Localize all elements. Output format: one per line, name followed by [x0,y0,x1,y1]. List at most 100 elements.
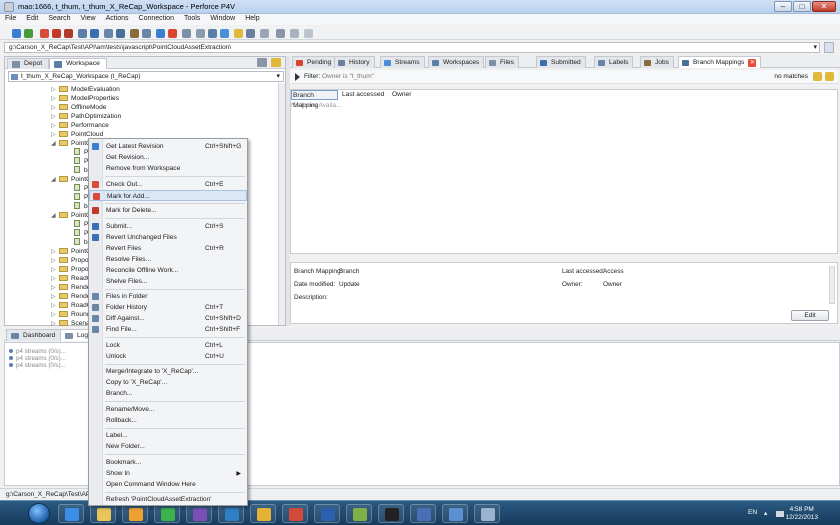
tab-submitted[interactable]: Submitted [536,56,586,68]
tab-files[interactable]: Files [485,56,519,68]
menu-item-merge-integrate-to-x-recap[interactable]: Merge/Integrate to 'X_ReCap'... [89,366,247,377]
menu-item-get-latest-revision[interactable]: Get Latest Revision Ctrl+Shift+G [89,141,247,152]
menu-item-mark-for-delete[interactable]: Mark for Delete... [89,205,247,216]
tab-depot[interactable]: Depot [7,58,50,69]
taskbar-app[interactable] [410,504,436,523]
options-icon[interactable] [304,29,313,38]
menu-tools[interactable]: Tools [179,14,205,22]
column-owner[interactable]: Owner [391,90,441,100]
system-clock[interactable]: 4:58 PM 12/22/2013 [785,506,818,522]
menu-item-branch[interactable]: Branch... [89,388,247,399]
menu-item-mark-for-add[interactable]: Mark for Add... [89,189,247,201]
menu-item-refresh-pointcloudassetextraction[interactable]: Refresh 'PointCloudAssetExtraction' [89,494,247,505]
workspace-selector[interactable]: t_thum_X_ReCap_Workspace (t_ReCap) ▾ [8,71,284,82]
taskbar-app[interactable] [122,504,148,523]
tree-item[interactable]: ◢ PointC [51,175,91,184]
menu-window[interactable]: Window [205,14,240,22]
address-bar[interactable]: g:\Carson_X_ReCap\Test\API\am\tests\java… [4,42,820,53]
menu-item-submit[interactable]: Submit... Ctrl+S [89,221,247,232]
menu-item-bookmark[interactable]: Bookmark... [89,457,247,468]
menu-item-label[interactable]: Label... [89,430,247,441]
menu-item-files-in-folder[interactable]: Files in Folder [89,291,247,302]
tree-item[interactable]: ▷ Propos [51,256,92,265]
view-options-icon[interactable] [257,58,267,67]
menu-item-reconcile-offline-work[interactable]: Reconcile Offline Work... [89,265,247,276]
tab-streams[interactable]: Streams [380,56,425,68]
menu-item-folder-history[interactable]: Folder History Ctrl+T [89,302,247,313]
tab-workspaces[interactable]: Workspaces [428,56,485,68]
taskbar-app[interactable] [154,504,180,523]
expander-icon[interactable]: ◢ [51,212,59,221]
tree-item[interactable]: ◢ PointC [51,211,91,220]
taskbar-app[interactable] [186,504,212,523]
tab-history[interactable]: History [334,56,375,68]
timelapse-icon[interactable] [130,29,139,38]
menu-item-revert-unchanged-files[interactable]: Revert Unchanged Files [89,232,247,243]
menu-search[interactable]: Search [43,14,75,22]
tab-dashboard[interactable]: Dashboard [6,329,63,341]
tab-branch-mappings[interactable]: Branch Mappings ✕ [678,56,762,68]
clear-filter-icon[interactable] [825,72,834,81]
resolve-icon[interactable] [156,29,165,38]
close-button[interactable]: ✕ [812,1,836,12]
menu-edit[interactable]: Edit [21,14,43,22]
shelve-icon[interactable] [168,29,177,38]
filter-icon[interactable] [271,58,281,67]
get-latest-icon[interactable] [24,29,33,38]
chevron-down-icon[interactable]: ▾ [276,72,280,80]
menu-file[interactable]: File [0,14,21,22]
network-tray-icon[interactable] [776,511,784,517]
menu-item-unlock[interactable]: Unlock Ctrl+U [89,351,247,362]
refresh-icon[interactable] [12,29,21,38]
tree-item[interactable]: ◢ PointC [51,139,91,148]
tab-jobs[interactable]: Jobs [640,56,674,68]
menu-view[interactable]: View [76,14,101,22]
taskbar-app[interactable] [218,504,244,523]
menu-item-check-out[interactable]: Check Out... Ctrl+E [89,179,247,190]
submit-icon[interactable] [78,29,87,38]
menu-item-diff-against[interactable]: Diff Against... Ctrl+Shift+D [89,313,247,324]
taskbar-app[interactable] [250,504,276,523]
diff-icon[interactable] [104,29,113,38]
menu-item-new-folder[interactable]: New Folder... [89,441,247,452]
stream-icon[interactable] [220,29,229,38]
taskbar-app[interactable] [442,504,468,523]
user-icon[interactable] [246,29,255,38]
taskbar-app[interactable] [314,504,340,523]
taskbar-app[interactable] [378,504,404,523]
menu-item-resolve-files[interactable]: Resolve Files... [89,254,247,265]
taskbar-app[interactable] [474,504,500,523]
tree-item[interactable]: ▷ ModelEvaluation [51,85,120,94]
checkout-icon[interactable] [40,29,49,38]
tree-item[interactable]: ▷ Render [51,292,93,301]
menu-item-rename-move[interactable]: Rename/Move... [89,404,247,415]
column-last-accessed[interactable]: Last accessed [341,90,391,100]
language-indicator[interactable]: EN [748,509,757,516]
tray-arrow-icon[interactable]: ▴ [764,509,767,517]
tab-labels[interactable]: Labels [594,56,634,68]
tree-item[interactable]: ▷ PathOptimization [51,112,121,121]
tree-item[interactable]: ▷ Round [51,310,90,319]
expander-icon[interactable]: ◢ [51,140,59,149]
start-button[interactable] [28,503,50,524]
tree-item[interactable]: ▷ Render [51,283,93,292]
revert-icon[interactable] [90,29,99,38]
help-icon[interactable] [290,29,299,38]
close-tab-icon[interactable]: ✕ [748,59,757,67]
workspace-icon[interactable] [182,29,191,38]
settings-icon[interactable] [260,29,269,38]
details-scrollbar[interactable] [829,266,835,304]
filter-value[interactable]: Owner is "t_thum" [322,73,374,80]
menu-item-remove-from-workspace[interactable]: Remove from Workspace [89,163,247,174]
menu-item-show-in[interactable]: Show In ▶ [89,468,247,479]
menu-item-revert-files[interactable]: Revert Files Ctrl+R [89,243,247,254]
taskbar-app[interactable] [346,504,372,523]
tree-scrollbar[interactable] [278,83,285,325]
revision-graph-icon[interactable] [142,29,151,38]
label-icon[interactable] [208,29,217,38]
expand-filter-icon[interactable] [295,73,300,81]
edit-button[interactable]: Edit [791,310,829,321]
menu-actions[interactable]: Actions [101,14,134,22]
taskbar-app[interactable] [90,504,116,523]
path-go-icon[interactable] [824,42,834,53]
